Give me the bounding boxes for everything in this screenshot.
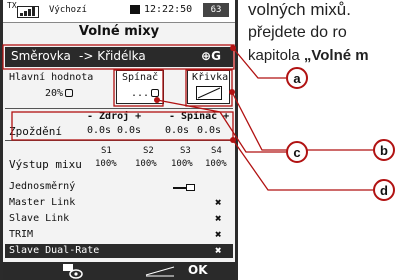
highlight-curve: [185, 69, 233, 107]
anchor-dot: [230, 137, 236, 143]
article-line-1: volných mixů.: [248, 0, 351, 19]
chapter-reference: „Volné m: [303, 47, 369, 64]
article-line-3: kapitola „Volné m: [248, 47, 369, 64]
article-line-3-prefix: kapitola: [248, 47, 304, 64]
anchor-dot: [230, 45, 236, 51]
leader-c: [156, 99, 286, 153]
leader-b: [231, 91, 373, 151]
callout-overlay: [2, 44, 373, 191]
article-line-2: přejdete do ro: [248, 24, 347, 41]
callout-b: b: [373, 139, 395, 161]
callout-d: d: [373, 179, 395, 201]
anchor-dot: [154, 97, 160, 103]
anchor-dot: [229, 89, 235, 95]
callout-a: a: [286, 67, 308, 89]
callout-c: c: [286, 141, 308, 163]
highlight-delay: [11, 111, 234, 141]
highlight-mix-row: [2, 44, 235, 70]
